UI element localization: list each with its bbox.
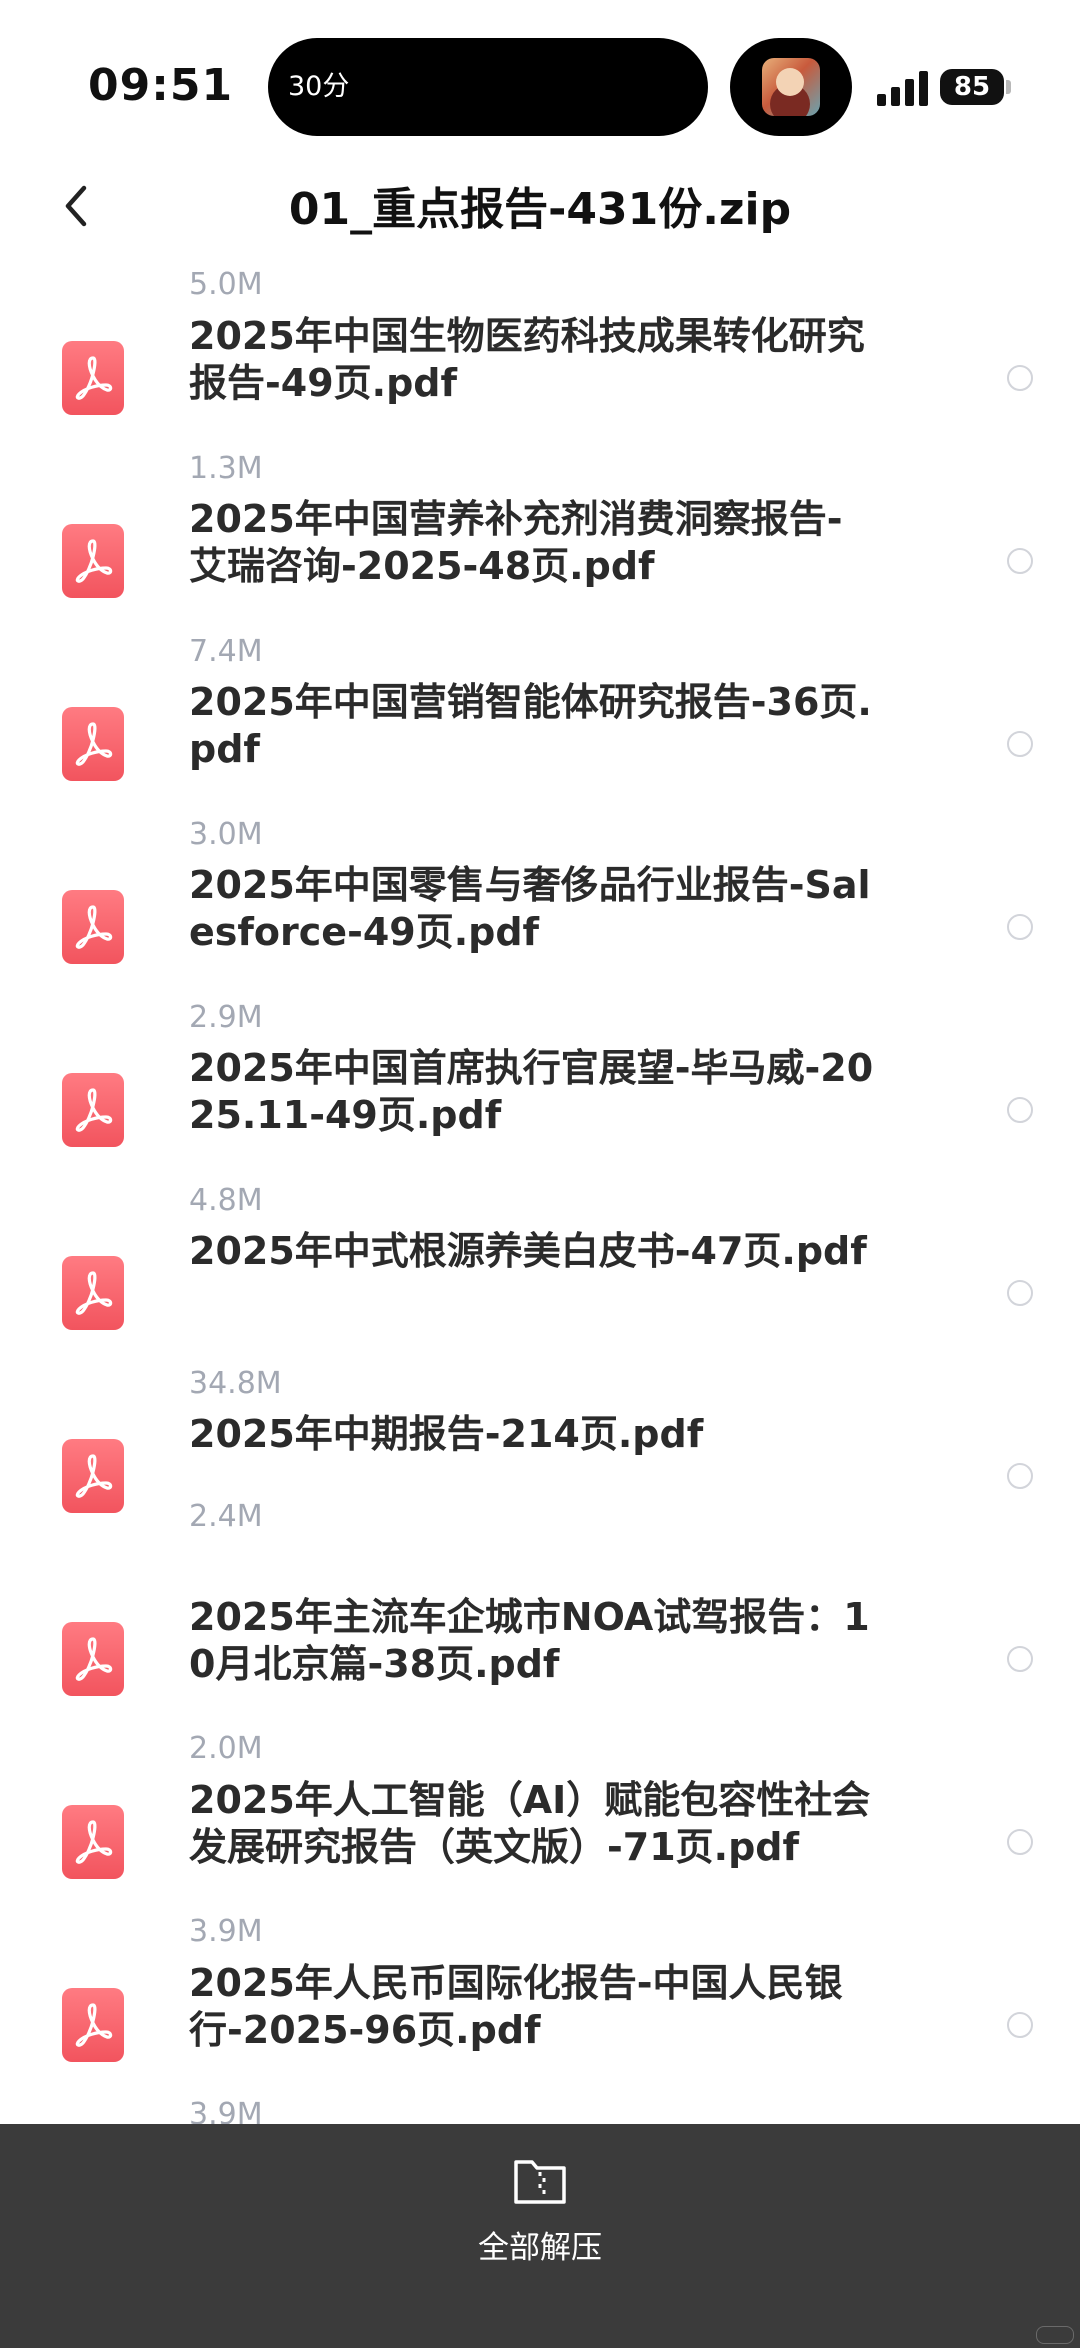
watermark [1036, 2326, 1074, 2344]
pdf-file-icon [62, 1073, 124, 1147]
file-size-label: 2.9M [189, 1000, 263, 1035]
file-name: 2025年中国首席执行官展望-毕马威-2025.11-49页.pdf [189, 1046, 874, 1137]
file-name: 2025年中国零售与奢侈品行业报告-Salesforce-49页.pdf [189, 863, 871, 954]
pdf-file-icon [62, 1988, 124, 2062]
page-title: 01_重点报告-431份.zip [288, 184, 792, 235]
select-radio[interactable] [1007, 1463, 1033, 1489]
file-list-item[interactable]: 2025年中国首席执行官展望-毕马威-2025.11-49页.pdf [0, 1037, 1080, 1197]
pdf-file-icon [62, 1256, 124, 1330]
file-list-item[interactable]: 2025年中式根源养美白皮书-47页.pdf [0, 1220, 1080, 1380]
file-list-item[interactable]: 2025年人民币国际化报告-中国人民银行-2025-96页.pdf [0, 1952, 1080, 2112]
file-list-item[interactable]: 2025年人工智能（AI）赋能包容性社会发展研究报告（英文版）-71页.pdf [0, 1769, 1080, 1929]
file-list-item[interactable]: 2025年中国营销智能体研究报告-36页.pdf [0, 671, 1080, 831]
battery-icon: 85 [940, 69, 1004, 105]
file-size-label: 7.4M [189, 634, 263, 669]
file-name: 2025年人工智能（AI）赋能包容性社会发展研究报告（英文版）-71页.pdf [189, 1778, 871, 1869]
file-size-label: 34.8M [189, 1366, 282, 1401]
file-list-item[interactable]: 2025年主流车企城市NOA试驾报告：10月北京篇-38页.pdf [0, 1586, 1080, 1746]
file-size-label: 3.0M [189, 817, 263, 852]
file-size-label: 2.4M [189, 1499, 263, 1534]
extract-all-button[interactable]: 全部解压 [440, 2142, 640, 2272]
zip-folder-icon [514, 2160, 566, 2204]
cellular-signal-icon [877, 70, 929, 106]
file-name: 2025年中国营销智能体研究报告-36页.pdf [189, 680, 872, 771]
file-name: 2025年中国营养补充剂消费洞察报告-艾瑞咨询-2025-48页.pdf [189, 497, 843, 588]
dynamic-island[interactable]: 30分 [268, 38, 708, 136]
select-radio[interactable] [1007, 365, 1033, 391]
bottom-toolbar: 全部解压 [0, 2124, 1080, 2348]
extract-all-label: 全部解压 [478, 2230, 602, 2266]
pdf-file-icon [62, 524, 124, 598]
file-list-item[interactable]: 2025年中国生物医药科技成果转化研究报告-49页.pdf [0, 305, 1080, 465]
file-size-label: 1.3M [189, 451, 263, 486]
island-timer-text: 30分 [288, 71, 350, 102]
file-name: 2025年中式根源养美白皮书-47页.pdf [189, 1229, 867, 1273]
pdf-file-icon [62, 1439, 124, 1513]
file-name: 2025年主流车企城市NOA试驾报告：10月北京篇-38页.pdf [189, 1595, 870, 1686]
select-radio[interactable] [1007, 731, 1033, 757]
battery-cap [1006, 80, 1011, 94]
zip-preview-screen: 09:51 30分 85 01_重点报告-431份.zip 5.0M 2025年… [0, 0, 1080, 2348]
battery-level: 85 [953, 72, 991, 102]
select-radio[interactable] [1007, 1280, 1033, 1306]
pdf-file-icon [62, 707, 124, 781]
chevron-left-icon [65, 185, 87, 227]
file-list-item[interactable]: 2025年中期报告-214页.pdf [0, 1403, 1080, 1563]
file-name: 2025年中国生物医药科技成果转化研究报告-49页.pdf [189, 314, 865, 405]
island-app-bubble[interactable] [730, 38, 852, 136]
file-name: 2025年人民币国际化报告-中国人民银行-2025-96页.pdf [189, 1961, 843, 2052]
select-radio[interactable] [1007, 1097, 1033, 1123]
pdf-file-icon [62, 890, 124, 964]
pdf-file-icon [62, 1622, 124, 1696]
select-radio[interactable] [1007, 1646, 1033, 1672]
avatar [762, 58, 820, 116]
select-radio[interactable] [1007, 914, 1033, 940]
file-size-label: 3.9M [189, 1914, 263, 1949]
select-radio[interactable] [1007, 2012, 1033, 2038]
select-radio[interactable] [1007, 1829, 1033, 1855]
file-size-label: 4.8M [189, 1183, 263, 1218]
file-size-label: 2.0M [189, 1731, 263, 1766]
status-time: 09:51 [88, 60, 234, 111]
pdf-file-icon [62, 1805, 124, 1879]
file-name: 2025年中期报告-214页.pdf [189, 1412, 704, 1456]
select-radio[interactable] [1007, 548, 1033, 574]
file-list-item[interactable]: 2025年中国营养补充剂消费洞察报告-艾瑞咨询-2025-48页.pdf [0, 488, 1080, 648]
pdf-file-icon [62, 341, 124, 415]
file-size-label: 5.0M [189, 267, 263, 302]
file-list-item[interactable]: 2025年中国零售与奢侈品行业报告-Salesforce-49页.pdf [0, 854, 1080, 1014]
back-button[interactable] [50, 176, 110, 236]
